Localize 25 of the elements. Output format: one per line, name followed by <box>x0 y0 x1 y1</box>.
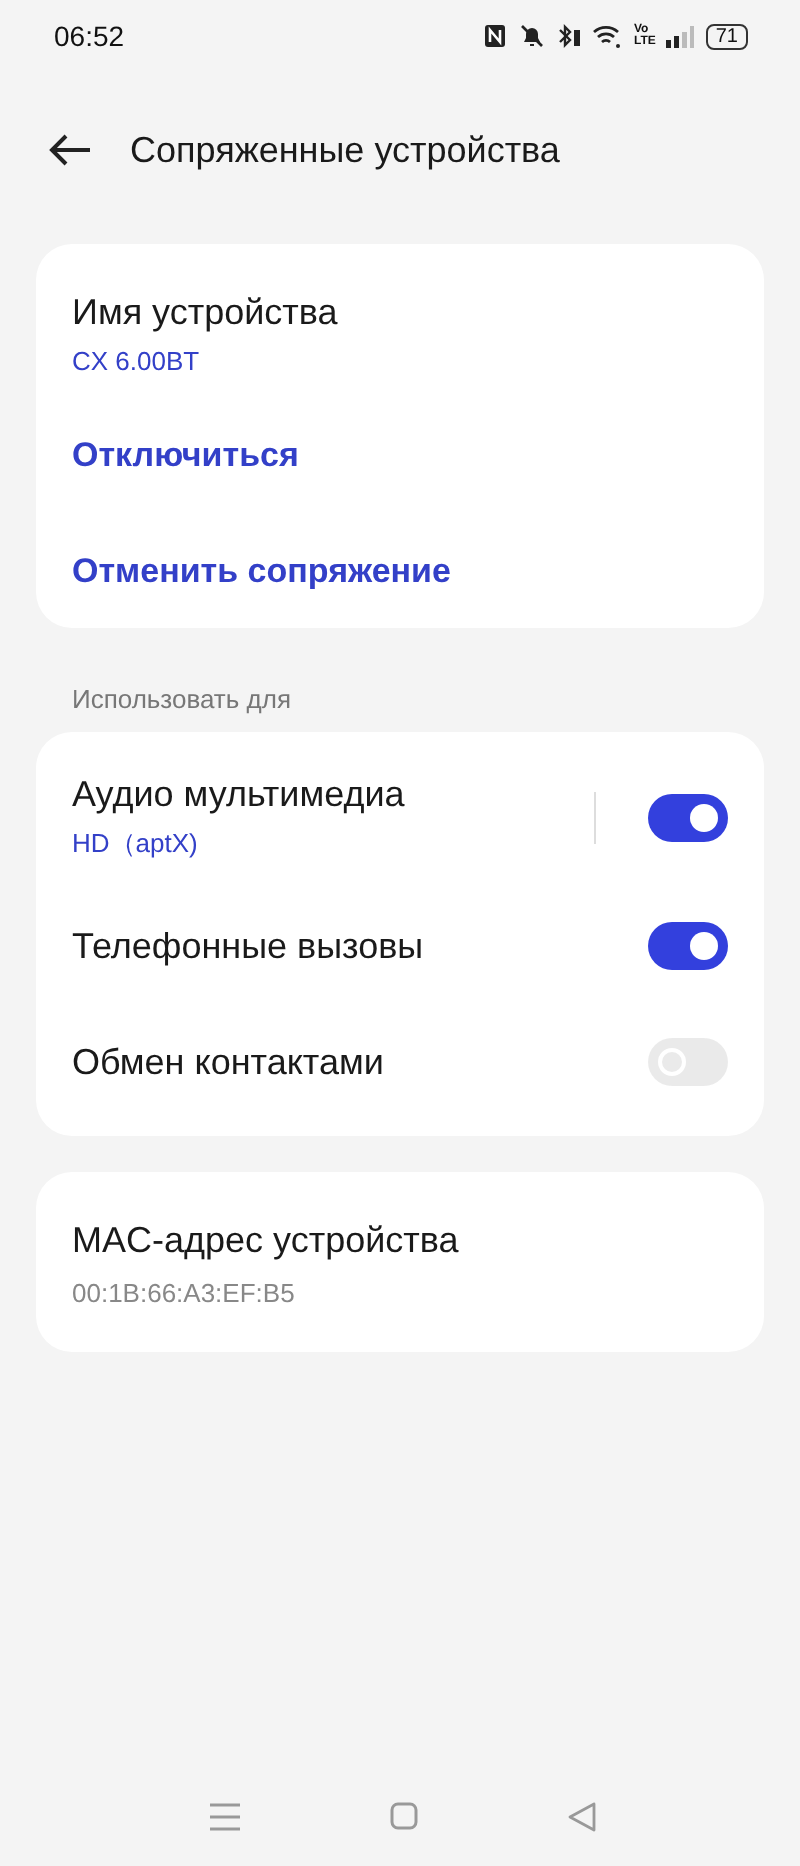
mac-address-value: 00:1B:66:A3:EF:B5 <box>72 1278 297 1308</box>
toggle-switch[interactable] <box>648 794 728 842</box>
device-name-label: Имя устройства <box>72 292 340 334</box>
mac-address-label: MAC-адрес устройства <box>72 1220 461 1262</box>
battery-icon: 71 <box>705 23 748 49</box>
back-icon[interactable] <box>567 1801 596 1831</box>
option-title: Обмен контактами <box>72 1041 386 1083</box>
signal-icon <box>665 25 694 47</box>
clock-time: 06:52 <box>54 20 125 52</box>
nfc-icon <box>483 24 506 48</box>
muted-bell-icon <box>515 24 548 48</box>
home-icon[interactable] <box>389 1802 418 1830</box>
option-title: Аудио мультимедиа <box>72 774 407 816</box>
option-subtitle: HD（aptX) <box>72 826 200 862</box>
page-title: Сопряженные устройства <box>130 129 560 171</box>
action-link[interactable]: Отключиться <box>72 436 299 476</box>
section-label: Использовать для <box>70 682 293 718</box>
toggle-switch[interactable] <box>648 922 728 970</box>
action-link[interactable]: Отменить сопряжение <box>72 552 451 592</box>
menu-icon[interactable] <box>210 1801 241 1831</box>
wifi-icon <box>591 24 622 48</box>
device-name-value: CX 6.00BT <box>72 346 202 376</box>
back-button[interactable] <box>48 134 92 166</box>
option-title: Телефонные вызовы <box>72 925 426 967</box>
bluetooth-icon <box>557 24 582 48</box>
